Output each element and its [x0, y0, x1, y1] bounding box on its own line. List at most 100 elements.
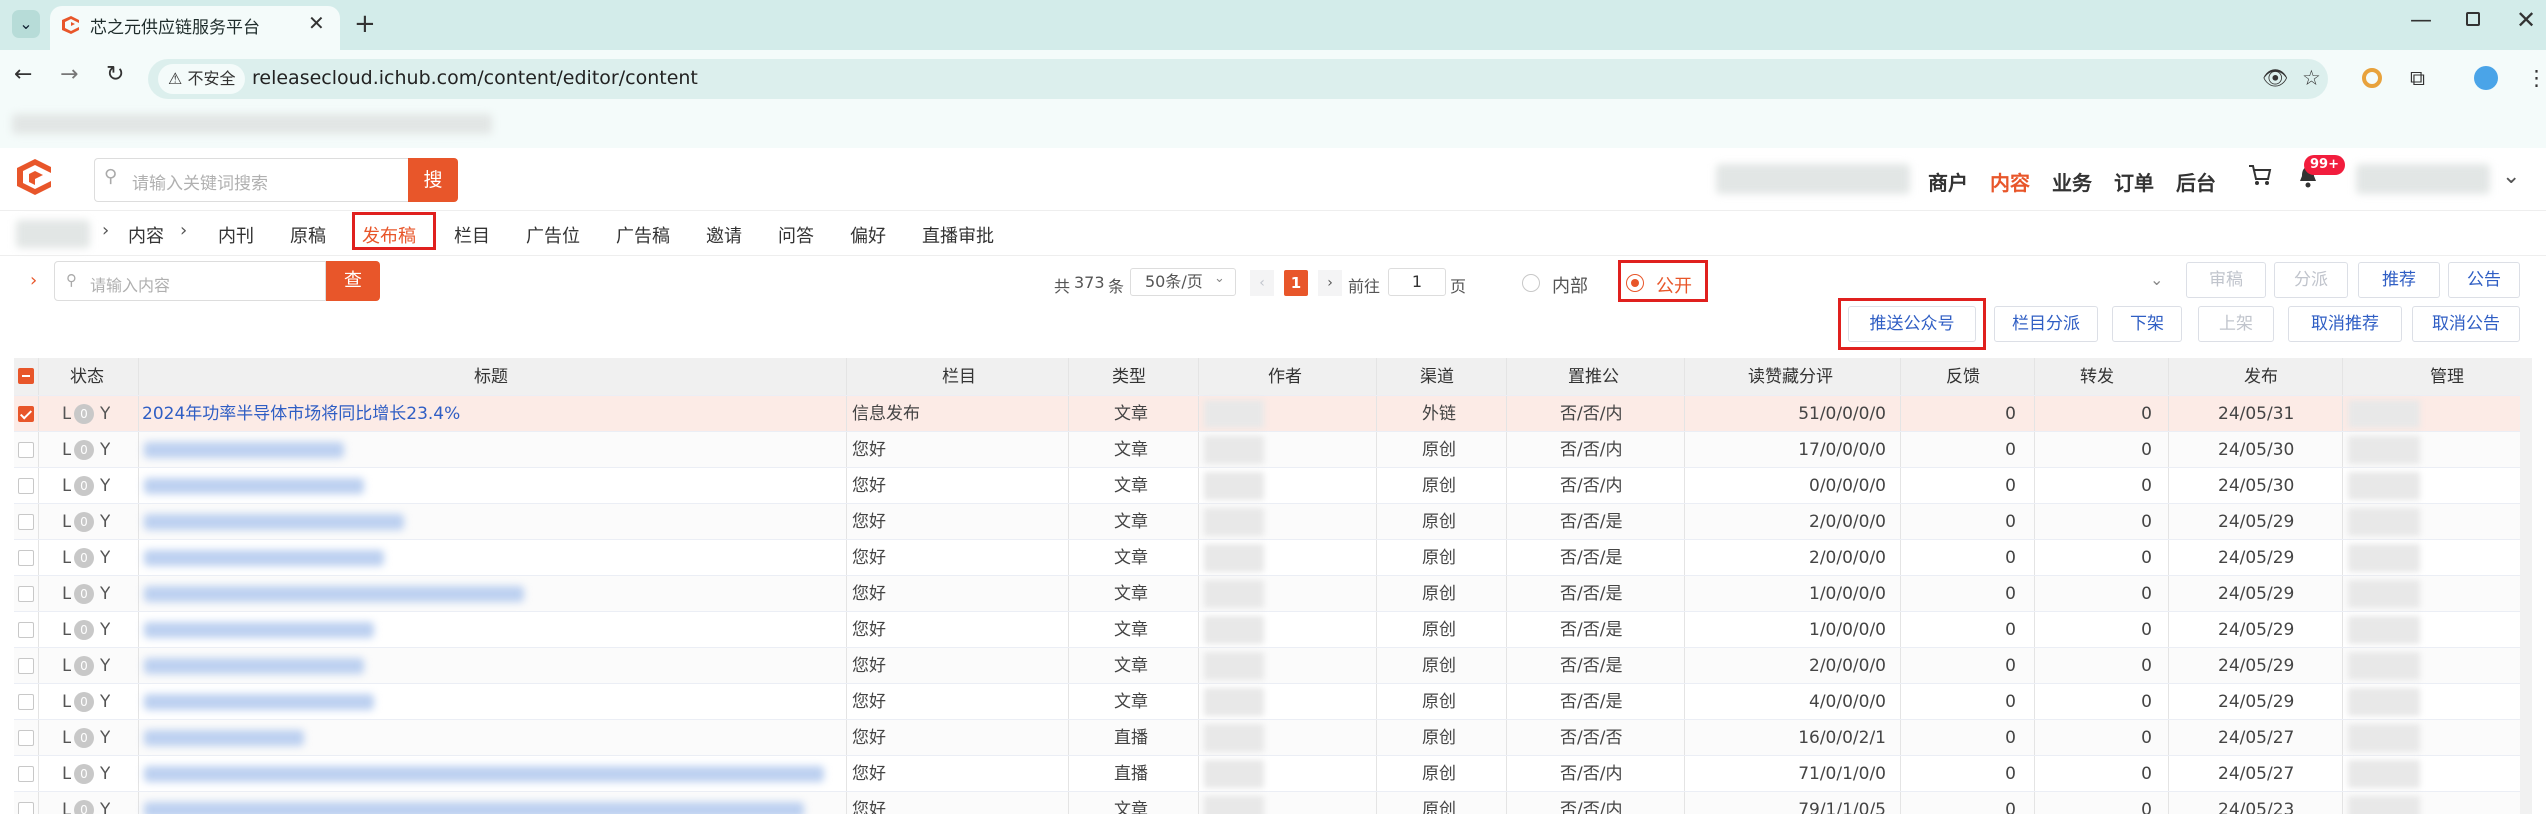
- status-l[interactable]: L: [62, 396, 71, 431]
- row-checkbox[interactable]: [18, 586, 34, 602]
- window-close-icon[interactable]: ✕: [2516, 6, 2536, 34]
- nav-orders[interactable]: 订单: [2114, 167, 2154, 196]
- page-number-current[interactable]: 1: [1284, 270, 1308, 296]
- row-title-blurred[interactable]: [144, 622, 374, 638]
- global-search-button[interactable]: 搜: [408, 158, 458, 202]
- cancel-announce-button[interactable]: 取消公告: [2412, 306, 2520, 342]
- col-status[interactable]: 状态: [70, 358, 104, 395]
- subnav-ad-copy[interactable]: 广告稿: [616, 222, 670, 248]
- status-l[interactable]: L: [62, 684, 71, 719]
- chevron-right-icon[interactable]: ›: [30, 270, 37, 291]
- goto-page-input[interactable]: 1: [1388, 268, 1446, 296]
- unpublish-button[interactable]: 下架: [2112, 306, 2182, 342]
- cart-icon[interactable]: [2248, 164, 2272, 186]
- row-manager-blurred[interactable]: [2348, 436, 2420, 464]
- row-checkbox[interactable]: [18, 478, 34, 494]
- tab-search-chevron-icon[interactable]: ⌄: [12, 10, 40, 38]
- row-manager-blurred[interactable]: [2348, 400, 2420, 428]
- assign-button[interactable]: 分派: [2274, 262, 2348, 298]
- status-y[interactable]: Y: [100, 720, 110, 755]
- row-checkbox[interactable]: [18, 766, 34, 782]
- row-checkbox[interactable]: [18, 550, 34, 566]
- row-checkbox[interactable]: [18, 442, 34, 458]
- subnav-internal[interactable]: 内刊: [218, 222, 254, 248]
- subnav-ad-slots[interactable]: 广告位: [526, 222, 580, 248]
- status-y[interactable]: Y: [100, 468, 110, 503]
- status-o-badge[interactable]: 0: [74, 548, 94, 568]
- back-icon[interactable]: ←: [14, 62, 32, 87]
- window-minimize-icon[interactable]: —: [2410, 8, 2432, 33]
- extension-circle-icon[interactable]: [2362, 68, 2382, 88]
- tab-close-icon[interactable]: ✕: [308, 11, 325, 35]
- publish-button[interactable]: 上架: [2198, 306, 2274, 342]
- row-manager-blurred[interactable]: [2348, 472, 2420, 500]
- row-title-blurred[interactable]: [144, 442, 344, 458]
- status-l[interactable]: L: [62, 720, 71, 755]
- row-manager-blurred[interactable]: [2348, 724, 2420, 752]
- row-title-blurred[interactable]: [144, 694, 374, 710]
- radio-internal-label[interactable]: 内部: [1552, 272, 1588, 298]
- row-manager-blurred[interactable]: [2348, 544, 2420, 572]
- status-o-badge[interactable]: 0: [74, 728, 94, 748]
- profile-avatar-icon[interactable]: [2474, 66, 2498, 90]
- announce-button[interactable]: 公告: [2448, 262, 2520, 298]
- col-stats[interactable]: 读赞藏分评: [1748, 358, 1833, 395]
- status-l[interactable]: L: [62, 504, 71, 539]
- status-y[interactable]: Y: [100, 432, 110, 467]
- status-l[interactable]: L: [62, 648, 71, 683]
- row-manager-blurred[interactable]: [2348, 760, 2420, 788]
- subnav-columns[interactable]: 栏目: [454, 222, 490, 248]
- row-manager-blurred[interactable]: [2348, 616, 2420, 644]
- row-checkbox[interactable]: [18, 622, 34, 638]
- col-manage[interactable]: 管理: [2430, 358, 2464, 395]
- next-page-button[interactable]: ›: [1318, 270, 1342, 296]
- status-o-badge[interactable]: 0: [74, 620, 94, 640]
- table-row[interactable]: L 0 Y 您好 文章 原创 否/否/是 2/0/0/0/0 0 0 24/05/29: [14, 540, 2532, 576]
- table-row[interactable]: L 0 Y 您好 直播 原创 否/否/否 16/0/0/2/1 0 0 24/05/27: [14, 720, 2532, 756]
- row-manager-blurred[interactable]: [2348, 508, 2420, 536]
- row-title-blurred[interactable]: [144, 730, 304, 746]
- breadcrumb-content[interactable]: 内容: [128, 222, 164, 248]
- status-y[interactable]: Y: [100, 540, 110, 575]
- status-l[interactable]: L: [62, 540, 71, 575]
- row-title-blurred[interactable]: [144, 478, 364, 494]
- subnav-preference[interactable]: 偏好: [850, 222, 886, 248]
- status-y[interactable]: Y: [100, 792, 110, 814]
- status-y[interactable]: Y: [100, 684, 110, 719]
- col-publish[interactable]: 发布: [2244, 358, 2278, 395]
- ichub-logo[interactable]: [14, 156, 56, 198]
- new-tab-icon[interactable]: +: [354, 9, 376, 39]
- col-feedback[interactable]: 反馈: [1946, 358, 1980, 395]
- nav-business[interactable]: 业务: [2052, 167, 2092, 196]
- prev-page-button[interactable]: ‹: [1250, 270, 1274, 296]
- row-checkbox[interactable]: [18, 406, 34, 422]
- radio-internal[interactable]: [1522, 274, 1540, 292]
- status-y[interactable]: Y: [100, 612, 110, 647]
- url-text[interactable]: releasecloud.ichub.com/content/editor/co…: [252, 67, 698, 89]
- status-o-badge[interactable]: 0: [74, 404, 94, 424]
- subnav-live-review[interactable]: 直播审批: [922, 222, 994, 248]
- star-bookmark-icon[interactable]: ☆: [2302, 66, 2321, 90]
- status-y[interactable]: Y: [100, 576, 110, 611]
- row-checkbox[interactable]: [18, 658, 34, 674]
- query-button[interactable]: 查: [326, 261, 380, 301]
- forward-icon[interactable]: →: [60, 62, 78, 87]
- chevron-down-icon[interactable]: ⌄: [2502, 164, 2520, 189]
- status-y[interactable]: Y: [100, 756, 110, 791]
- status-o-badge[interactable]: 0: [74, 800, 94, 814]
- row-manager-blurred[interactable]: [2348, 652, 2420, 680]
- status-o-badge[interactable]: 0: [74, 656, 94, 676]
- col-channel[interactable]: 渠道: [1420, 358, 1454, 395]
- status-y[interactable]: Y: [100, 504, 110, 539]
- row-manager-blurred[interactable]: [2348, 688, 2420, 716]
- status-o-badge[interactable]: 0: [74, 584, 94, 604]
- column-assign-button[interactable]: 栏目分派: [1994, 306, 2098, 342]
- eye-icon[interactable]: 👁: [2262, 66, 2289, 91]
- chevron-down-icon[interactable]: ⌄: [2150, 270, 2163, 289]
- browser-menu-icon[interactable]: ⋮: [2526, 66, 2546, 90]
- col-type[interactable]: 类型: [1112, 358, 1146, 395]
- row-checkbox[interactable]: [18, 694, 34, 710]
- table-row[interactable]: L 0 Y 您好 直播 原创 否/否/内 71/0/1/0/0 0 0 24/05/27: [14, 756, 2532, 792]
- review-button[interactable]: 审稿: [2186, 262, 2266, 298]
- status-l[interactable]: L: [62, 756, 71, 791]
